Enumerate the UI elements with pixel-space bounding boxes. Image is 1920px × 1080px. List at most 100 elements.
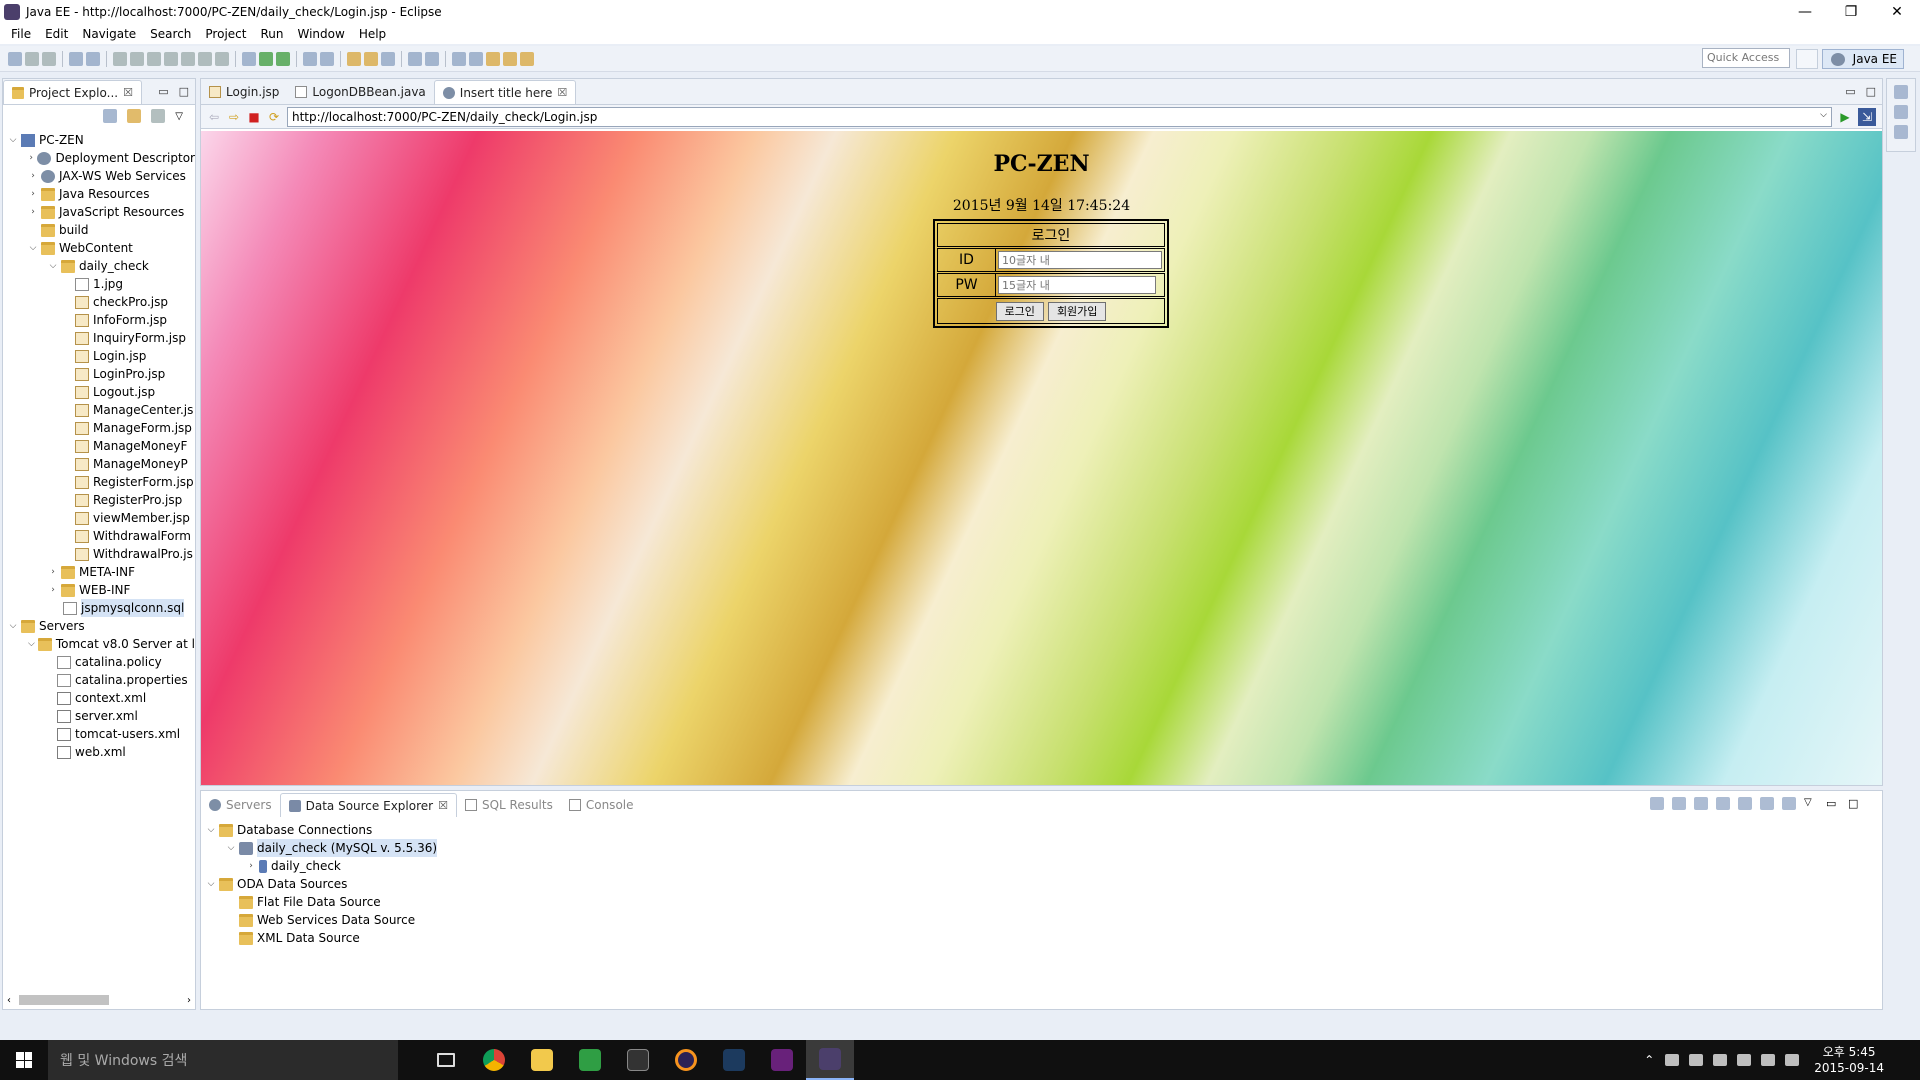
register-button[interactable]: 회원가입: [1047, 301, 1107, 321]
tree-item-java-resources[interactable]: › Java Resources: [3, 185, 195, 203]
chevron-right-icon[interactable]: ›: [47, 581, 59, 599]
tree-file[interactable]: checkPro.jsp: [3, 293, 195, 311]
tab-servers[interactable]: Servers: [201, 793, 280, 817]
quick-access-input[interactable]: Quick Access: [1702, 48, 1790, 68]
taskbar-search[interactable]: 웹 및 Windows 검색: [48, 1040, 398, 1080]
save-all-icon[interactable]: [42, 51, 56, 66]
view-menu-icon[interactable]: ▽: [1804, 797, 1818, 810]
file-explorer-button[interactable]: [518, 1040, 566, 1080]
language-icon[interactable]: [1785, 1054, 1800, 1066]
search-icon[interactable]: [381, 51, 395, 66]
tree-file[interactable]: catalina.properties: [3, 671, 195, 689]
pw-input[interactable]: [998, 276, 1156, 294]
tree-item-pc-zen[interactable]: ⌵ PC-ZEN: [3, 131, 195, 149]
filter-icon[interactable]: [1694, 797, 1708, 810]
tree-file[interactable]: Login.jsp: [3, 347, 195, 365]
tree-file[interactable]: InfoForm.jsp: [3, 311, 195, 329]
back-icon[interactable]: [503, 51, 517, 66]
tree-item-db-connections[interactable]: ⌵ Database Connections: [201, 821, 1882, 839]
start-button[interactable]: [0, 1040, 48, 1080]
resume-icon[interactable]: [113, 51, 127, 66]
horizontal-scrollbar[interactable]: ‹ ›: [7, 993, 191, 1007]
notification-icon[interactable]: [1761, 1054, 1776, 1066]
volume-icon[interactable]: [1737, 1054, 1752, 1066]
tree-file[interactable]: InquiryForm.jsp: [3, 329, 195, 347]
tree-file[interactable]: ManageMoneyF: [3, 437, 195, 455]
tree-item-webcontent[interactable]: ⌵ WebContent: [3, 239, 195, 257]
tree-file[interactable]: WithdrawalPro.js: [3, 545, 195, 563]
run-icon[interactable]: [259, 51, 273, 66]
disconnect-icon[interactable]: [164, 51, 178, 66]
chevron-right-icon[interactable]: ›: [47, 563, 59, 581]
open-type-icon[interactable]: [347, 51, 361, 66]
tab-data-source-explorer[interactable]: Data Source Explorer ☒: [279, 793, 457, 817]
clock[interactable]: 오후 5:45 2015-09-14: [1814, 1044, 1884, 1076]
tree-item-tomcat[interactable]: ⌵ Tomcat v8.0 Server at l: [3, 635, 195, 653]
open-perspective-icon[interactable]: [1795, 49, 1818, 69]
chevron-down-icon[interactable]: ⌵: [47, 257, 59, 275]
tree-file[interactable]: RegisterPro.jsp: [3, 491, 195, 509]
back-arrow-icon[interactable]: ⇦: [207, 110, 221, 124]
close-button[interactable]: ✕: [1874, 0, 1920, 24]
link-icon[interactable]: [1672, 797, 1686, 810]
task-list-icon[interactable]: [1894, 125, 1908, 139]
tree-item-oda-source[interactable]: Web Services Data Source: [201, 911, 1882, 929]
tree-item-servers[interactable]: ⌵ Servers: [3, 617, 195, 635]
refresh-icon[interactable]: ⟳: [267, 110, 281, 124]
tree-item-daily-check[interactable]: ⌵ daily_check: [3, 257, 195, 275]
chevron-right-icon[interactable]: ›: [245, 857, 257, 875]
view-menu-icon[interactable]: ▽: [175, 111, 183, 122]
vim-button[interactable]: [566, 1040, 614, 1080]
debug-icon[interactable]: [242, 51, 256, 66]
tree-file[interactable]: 1.jpg: [3, 275, 195, 293]
chevron-right-icon[interactable]: ›: [27, 149, 35, 167]
tab-project-explorer[interactable]: Project Explo... ☒: [3, 80, 142, 104]
suspend-icon[interactable]: [130, 51, 144, 66]
new-icon[interactable]: [8, 51, 22, 66]
chevron-down-icon[interactable]: ⌵: [27, 239, 39, 257]
tree-file[interactable]: catalina.policy: [3, 653, 195, 671]
cmd-button[interactable]: [614, 1040, 662, 1080]
eclipse-button[interactable]: [662, 1040, 710, 1080]
tree-item-oda-source[interactable]: Flat File Data Source: [201, 893, 1882, 911]
tree-item-deployment-descriptor[interactable]: › Deployment Descriptor: [3, 149, 195, 167]
tree-item-connection[interactable]: ⌵ daily_check (MySQL v. 5.5.36): [201, 839, 1882, 857]
tree-file[interactable]: ManageForm.jsp: [3, 419, 195, 437]
menu-help[interactable]: Help: [352, 27, 393, 41]
link-editor-icon[interactable]: [127, 109, 142, 123]
previous-annotation-icon[interactable]: [469, 51, 483, 66]
new-server-icon[interactable]: [303, 51, 317, 66]
step-into-icon[interactable]: [181, 51, 195, 66]
tree-item-schema[interactable]: › daily_check: [201, 857, 1882, 875]
menu-edit[interactable]: Edit: [38, 27, 75, 41]
cloud-icon[interactable]: [1665, 1054, 1680, 1066]
tree-item-build[interactable]: build: [3, 221, 195, 239]
menu-search[interactable]: Search: [143, 27, 198, 41]
close-icon[interactable]: ☒: [557, 86, 567, 99]
step-return-icon[interactable]: [215, 51, 229, 66]
forward-arrow-icon[interactable]: ⇨: [227, 110, 241, 124]
maximize-view-icon[interactable]: □: [179, 85, 189, 98]
login-button[interactable]: 로그인: [995, 301, 1044, 321]
tree-file[interactable]: WithdrawalForm: [3, 527, 195, 545]
export-icon[interactable]: [1760, 797, 1774, 810]
tree-file[interactable]: viewMember.jsp: [3, 509, 195, 527]
stop-icon[interactable]: ■: [247, 110, 261, 124]
tree-file[interactable]: RegisterForm.jsp: [3, 473, 195, 491]
save-icon[interactable]: [1782, 797, 1796, 810]
minimize-button[interactable]: —: [1782, 0, 1828, 24]
next-annotation-icon[interactable]: [452, 51, 466, 66]
step-over-icon[interactable]: [198, 51, 212, 66]
restore-icon[interactable]: [1894, 85, 1908, 99]
chevron-down-icon[interactable]: ⌵: [7, 131, 19, 149]
chevron-down-icon[interactable]: ⌵: [205, 821, 217, 839]
eclipse-active-button[interactable]: [806, 1040, 854, 1080]
last-edit-icon[interactable]: [486, 51, 500, 66]
restore-button[interactable]: ❐: [1828, 0, 1874, 24]
menu-run[interactable]: Run: [253, 27, 290, 41]
tree-file[interactable]: Logout.jsp: [3, 383, 195, 401]
tab-browser[interactable]: Insert title here ☒: [433, 80, 577, 104]
tree-file[interactable]: web.xml: [3, 743, 195, 761]
scroll-left-icon[interactable]: ‹: [7, 995, 11, 1006]
mysql-button[interactable]: [710, 1040, 758, 1080]
